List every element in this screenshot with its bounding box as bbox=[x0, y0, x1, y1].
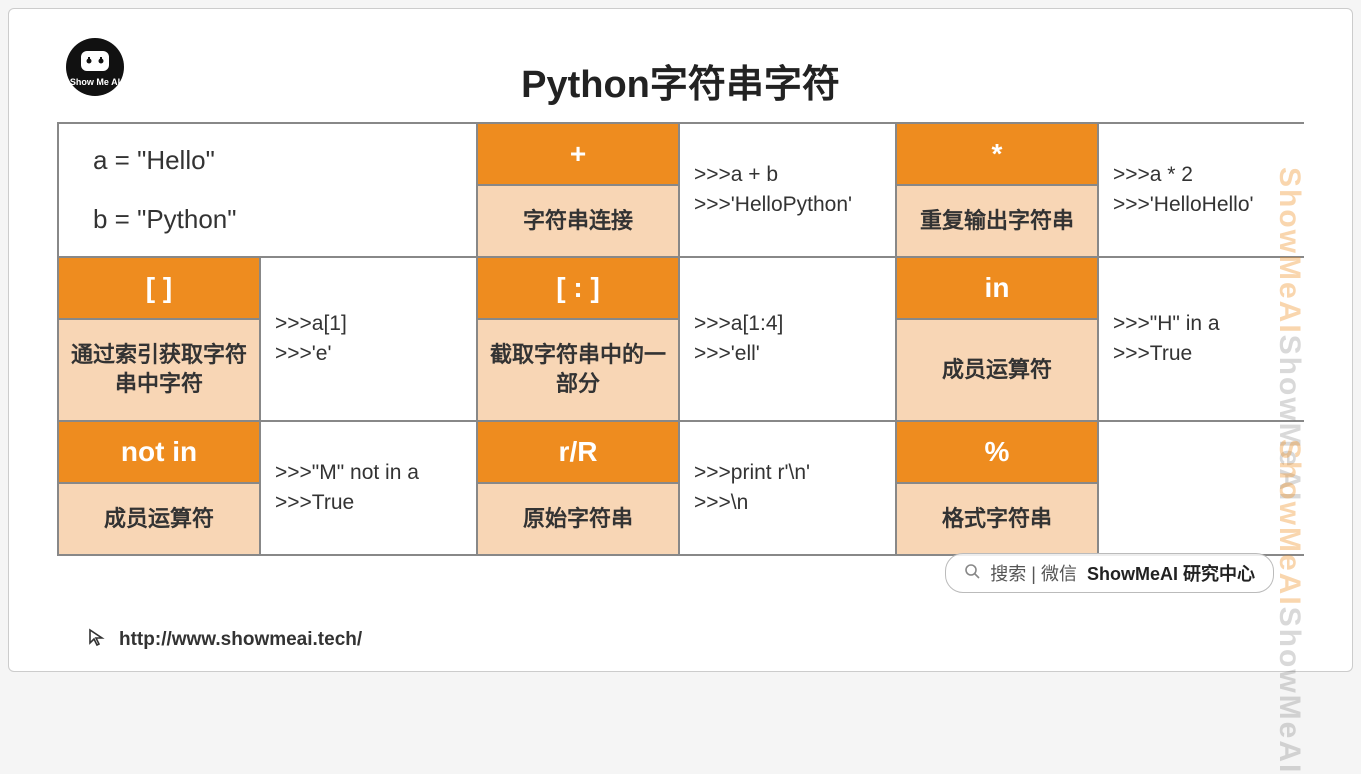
op-raw-example: >>>print r'\n' >>>\n bbox=[680, 422, 895, 554]
op-raw-desc: 原始字符串 bbox=[478, 484, 678, 554]
op-format-symbol: % bbox=[897, 422, 1097, 482]
op-star-example: >>>a * 2 >>>'HelloHello' bbox=[1099, 124, 1314, 256]
op-notin-desc: 成员运算符 bbox=[59, 484, 259, 554]
footer-url: http://www.showmeai.tech/ bbox=[119, 629, 362, 651]
showmeai-logo: Show Me AI bbox=[65, 37, 125, 97]
op-index-example: >>>a[1] >>>'e' bbox=[261, 258, 476, 420]
op-slice-desc: 截取字符串中的一部分 bbox=[478, 320, 678, 420]
op-plus-example: >>>a + b >>>'HelloPython' bbox=[680, 124, 895, 256]
op-in-example: >>>"H" in a >>>True bbox=[1099, 258, 1314, 420]
op-plus-symbol: + bbox=[478, 124, 678, 184]
operators-grid: a = "Hello" b = "Python" + >>>a + b >>>'… bbox=[57, 122, 1304, 556]
op-notin-example: >>>"M" not in a >>>True bbox=[261, 422, 476, 554]
variable-definitions: a = "Hello" b = "Python" bbox=[59, 124, 476, 256]
op-notin-symbol: not in bbox=[59, 422, 259, 482]
op-index-symbol: [ ] bbox=[59, 258, 259, 318]
op-slice-example: >>>a[1:4] >>>'ell' bbox=[680, 258, 895, 420]
op-star-desc: 重复输出字符串 bbox=[897, 186, 1097, 256]
op-raw-symbol: r/R bbox=[478, 422, 678, 482]
op-in-symbol: in bbox=[897, 258, 1097, 318]
op-format-example bbox=[1099, 422, 1314, 554]
op-star-symbol: * bbox=[897, 124, 1097, 184]
search-brand: ShowMeAI 研究中心 bbox=[1087, 560, 1255, 586]
op-index-desc: 通过索引获取字符串中字符 bbox=[59, 320, 259, 420]
cursor-icon bbox=[87, 627, 107, 653]
var-a: a = "Hello" bbox=[93, 145, 215, 176]
footer: http://www.showmeai.tech/ bbox=[87, 627, 362, 653]
op-slice-symbol: [ : ] bbox=[478, 258, 678, 318]
slide-page: Show Me AI Python字符串字符 a = "Hello" b = "… bbox=[8, 8, 1353, 672]
op-in-desc: 成员运算符 bbox=[897, 320, 1097, 420]
svg-text:Show Me AI: Show Me AI bbox=[70, 77, 120, 87]
search-overlay: 搜索 | 微信 ShowMeAI 研究中心 bbox=[945, 553, 1274, 593]
var-b: b = "Python" bbox=[93, 204, 237, 235]
op-plus-desc: 字符串连接 bbox=[478, 186, 678, 256]
search-icon bbox=[964, 563, 980, 584]
search-hint: 搜索 | 微信 bbox=[990, 560, 1077, 586]
page-title: Python字符串字符 bbox=[57, 53, 1304, 108]
op-format-desc: 格式字符串 bbox=[897, 484, 1097, 554]
